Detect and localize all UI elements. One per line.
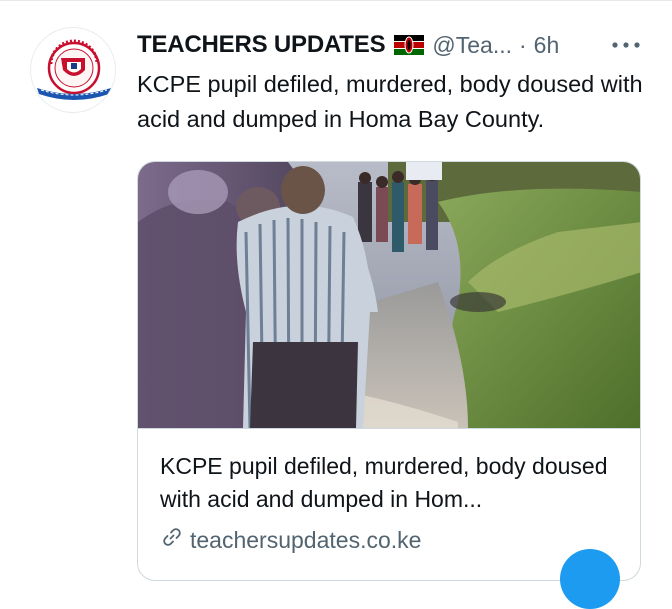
author-name[interactable]: TEACHERS UPDATES [137,31,386,59]
card-image[interactable] [138,162,640,428]
tweet-text: KCPE pupil defiled, murdered, body douse… [137,71,643,132]
card-domain-text: teachersupdates.co.ke [190,526,422,553]
separator-dot: · [519,31,527,58]
link-card[interactable]: KCPE pupil defiled, murdered, body douse… [137,161,641,581]
author-handle[interactable]: @Tea... [432,32,512,59]
card-divider [138,428,640,429]
card-title[interactable]: KCPE pupil defiled, murdered, body douse… [160,450,630,516]
compose-button[interactable] [560,549,620,609]
tweet[interactable]: TEACHERS UPDATES @Tea... · 6h KCPE pupil… [0,0,672,609]
card-domain[interactable]: teachersupdates.co.ke [160,524,421,556]
more-options-icon[interactable] [608,34,644,56]
avatar[interactable] [30,27,116,113]
tweet-timestamp[interactable]: 6h [534,32,560,59]
tweet-header: TEACHERS UPDATES @Tea... · 6h [137,29,672,61]
link-icon [160,525,190,555]
kenya-flag-icon [394,35,425,55]
